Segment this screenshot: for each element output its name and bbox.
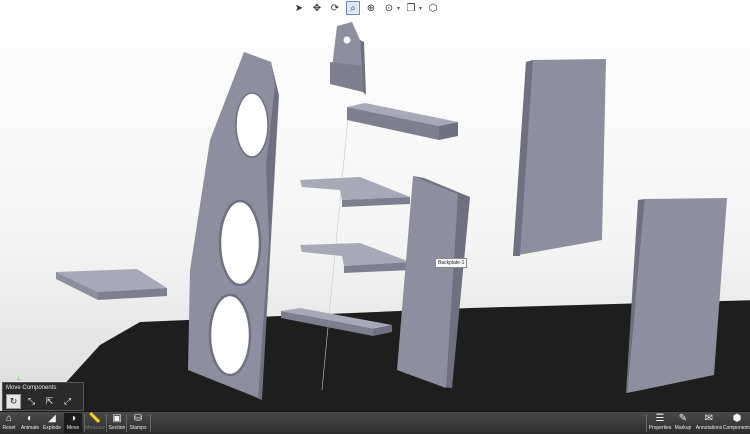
upper-hole: [235, 92, 269, 158]
zoom-fit-tool[interactable]: ⊙: [382, 1, 396, 15]
components-label: Components: [722, 425, 750, 431]
toolbar-separator: [126, 414, 127, 432]
rotate-option[interactable]: ⤢: [60, 394, 75, 409]
model-scene[interactable]: [0, 0, 750, 411]
stamps-button[interactable]: ⛁ Stamps: [128, 413, 148, 433]
reset-icon: ⌂: [5, 413, 13, 424]
properties-button[interactable]: ☰ Properties: [648, 413, 672, 433]
measure-icon: 📏: [88, 413, 102, 424]
toolbar-separator: [646, 414, 647, 432]
move-panel-title: Move Components: [6, 385, 57, 391]
zoom-in-tool[interactable]: ⊕: [364, 1, 378, 15]
stamps-icon: ⛁: [133, 413, 143, 424]
3d-viewport[interactable]: Backplate-1 ⊥: [0, 0, 750, 411]
zoom-fit-tool-dropdown-icon[interactable]: ▾: [397, 5, 400, 12]
toolbar-separator: [150, 414, 151, 432]
components-icon: ⬢: [732, 413, 742, 424]
animate-icon: ◐: [26, 413, 34, 424]
properties-icon: ☰: [655, 413, 665, 424]
lower-hole: [208, 293, 252, 377]
bracket-hole: [343, 36, 351, 44]
markup-icon: ✎: [678, 413, 688, 424]
middle-hole: [218, 199, 262, 287]
measure-label: Measure: [85, 425, 105, 431]
move-panel-options: ↻ ⤡ ⇱ ⤢: [3, 393, 83, 410]
reset-button[interactable]: ⌂ Reset: [0, 413, 18, 433]
right-upper-panel-part[interactable]: [513, 59, 606, 256]
select-tool[interactable]: ➤: [292, 1, 306, 15]
bottom-toolbar: ⌂ Reset ◐ Animate ◢ Explode ◑ Move 📏 Measure ▣ Sect…: [0, 411, 750, 434]
animate-label: Animate: [20, 425, 40, 431]
toolbar-separator: [84, 414, 85, 432]
explode-icon: ◢: [48, 413, 56, 424]
view-orientation-tool[interactable]: ❐: [404, 1, 418, 15]
explode-label: Explode: [42, 425, 62, 431]
section-label: Section: [108, 425, 126, 431]
toolbar-separator: [106, 414, 107, 432]
move-components-panel: Move Components ↻ ⤡ ⇱ ⤢: [2, 382, 84, 411]
view-orientation-tool-dropdown-icon[interactable]: ▾: [419, 5, 422, 12]
annotations-icon: ✉: [704, 413, 714, 424]
move-icon: ◑: [69, 413, 77, 424]
rotate-tool[interactable]: ⟳: [328, 1, 342, 15]
section-button[interactable]: ▣ Section: [108, 413, 126, 433]
markup-button[interactable]: ✎ Markup: [673, 413, 693, 433]
display-style-tool[interactable]: ⬡: [426, 1, 440, 15]
zoom-area-tool[interactable]: ⌕: [346, 1, 360, 15]
animate-button[interactable]: ◐ Animate: [20, 413, 40, 433]
part-tooltip: Backplate-1: [435, 258, 468, 268]
properties-label: Properties: [648, 425, 672, 431]
annotations-label: Annotations: [695, 425, 723, 431]
pan-tool[interactable]: ✥: [310, 1, 324, 15]
annotations-button[interactable]: ✉ Annotations: [695, 413, 723, 433]
stamps-label: Stamps: [129, 425, 147, 431]
components-button[interactable]: ⬢ Components: [722, 413, 750, 433]
triad-move-option[interactable]: ⤡: [24, 394, 39, 409]
triad-axis-icon: ⊥: [16, 376, 22, 382]
reset-label: Reset: [2, 425, 16, 431]
move-button[interactable]: ◑ Move: [64, 413, 82, 433]
free-drag-option[interactable]: ↻: [6, 394, 21, 409]
move-label: Move: [66, 425, 80, 431]
section-icon: ▣: [112, 413, 122, 424]
xyz-move-option[interactable]: ⇱: [42, 394, 57, 409]
explode-button[interactable]: ◢ Explode: [42, 413, 62, 433]
right-lower-panel-part[interactable]: [626, 198, 727, 393]
view-toolbar: ➤ ✥ ⟳ ⌕ ⊕ ⊙ ▾ ❐ ▾ ⬡: [292, 0, 440, 16]
markup-label: Markup: [674, 425, 692, 431]
measure-button[interactable]: 📏 Measure: [84, 413, 106, 433]
